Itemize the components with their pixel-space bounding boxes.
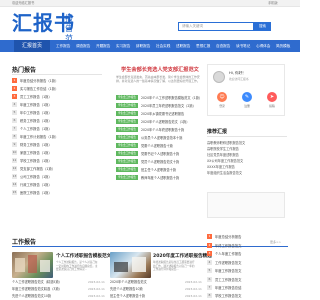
nav-item[interactable]: 心得体会 <box>256 40 270 52</box>
list-item[interactable]: 2 年终工作报告范文 <box>207 242 287 251</box>
card-image[interactable] <box>12 252 53 278</box>
list-item[interactable]: 1 年度总结分析报告（1篇） <box>12 77 97 85</box>
hot-list: 1 年度总结分析报告（1篇） 2 实习报告工作总结（1篇） 3 员工工作报告（1篇） … <box>12 77 97 197</box>
card-photo <box>15 255 50 273</box>
list-item[interactable]: 4 工作述职报告范文 <box>207 259 287 268</box>
nav-home[interactable]: 汇报首页 <box>14 40 50 52</box>
user-panel: Hi, 你好！ 欢迎访问汇报书 ☺ 登录 ✎ 注册 ➤ 投稿 <box>207 64 285 116</box>
welcome-text: 欢迎光临汇报书 <box>12 1 35 5</box>
nav-item[interactable]: 调查报告 <box>76 40 90 52</box>
register-button[interactable]: ✎ 注册 <box>237 92 257 108</box>
list-item[interactable]: 年度工作述职报告范文精选（3篇） <box>12 286 62 293</box>
divider <box>207 136 287 137</box>
list-item[interactable]: 14 行政工作报告（1篇） <box>12 181 97 189</box>
edit-icon: ✎ <box>242 92 252 102</box>
nav-item[interactable]: 读书笔记 <box>236 40 250 52</box>
recommend-list: 高职教师职称述职报告范文 高职院校学生工作报告 社区党员年度述职报告 XX公司年… <box>207 140 287 180</box>
list-item[interactable]: 15 医院工作报告（1篇） <box>12 189 97 197</box>
nav-item[interactable]: 辞职报告 <box>136 40 150 52</box>
list-item[interactable]: 学生会工作报告 2020年个人述职报告范文（1篇） <box>116 119 206 127</box>
list-item[interactable]: 9 财务工作报告（1篇） <box>12 141 97 149</box>
site-logo[interactable]: 汇报书 报告 范文 <box>12 12 75 53</box>
nav-item[interactable]: 实习报告 <box>116 40 130 52</box>
list-item[interactable]: 1 年度总结分析报告 <box>207 233 287 242</box>
user-subtext: 欢迎访问汇报书 <box>229 77 249 81</box>
ad-placeholder <box>207 192 285 218</box>
list-item[interactable]: 6 税务工作报告（1篇） <box>12 117 97 125</box>
list-item[interactable]: 2020年个人述职报告范文 <box>110 279 147 286</box>
avatar <box>213 71 225 83</box>
login-button[interactable]: ☺ 登录 <box>212 92 232 108</box>
user-icon: ☺ <box>217 92 227 102</box>
list-item[interactable]: 年度组织生活会报告范文 <box>207 170 287 176</box>
list-item[interactable]: 3 员工工作报告（1篇） <box>12 93 97 101</box>
list-item[interactable]: 2 实习报告工作总结（1篇） <box>12 85 97 93</box>
list-item[interactable]: 10 家庭工作报告（1篇） <box>12 149 97 157</box>
submit-button[interactable]: ➤ 投稿 <box>262 92 282 108</box>
headline-title[interactable]: 学生会部长竞选人党支部汇报范文 <box>121 66 199 73</box>
nav-item[interactable]: 社会实践 <box>156 40 170 52</box>
list-item[interactable]: 学生会工作报告 班主任个人述职报告十篇 <box>116 167 206 175</box>
nav-item[interactable]: 述职报告 <box>176 40 190 52</box>
list-item[interactable]: 6 员工工作报告范文 <box>207 276 287 285</box>
date-text: 2023-02-11 <box>185 287 202 291</box>
list-item[interactable]: 学生会工作报告 党委书记个人述职报告十篇 <box>116 151 206 159</box>
date-text: 2023-02-11 <box>88 294 105 298</box>
list-item[interactable]: 学生会工作报告 党委个人述职报告十篇 <box>116 143 206 151</box>
list-item[interactable]: 11 学校工作报告（1篇） <box>12 157 97 165</box>
main-nav: 汇报首页 工作报告 调查报告 开题报告 实习报告 辞职报告 社会实践 述职报告 … <box>0 40 300 52</box>
list-item[interactable]: 7 个人工作报告（1篇） <box>12 125 97 133</box>
card-photo <box>114 257 146 272</box>
search-input[interactable]: 请输入关键词 <box>178 22 254 31</box>
list-item[interactable]: 学生会工作报告 2020年乡镇党委书记述职报告 <box>116 111 206 119</box>
list-item[interactable]: 班主任个人述职报告十篇 <box>110 293 145 300</box>
top-bar: 欢迎光临汇报书 手机版 <box>0 0 300 7</box>
search-button[interactable]: 搜索 <box>254 22 271 31</box>
card-title[interactable]: 2020年度工作述职报告精选 <box>153 253 212 259</box>
list-item[interactable]: 先进个人述职报告10篇 <box>110 286 143 293</box>
hot-title: 热门报告 <box>12 67 37 74</box>
list-item[interactable]: 5 年度工作报告范文 <box>207 267 287 276</box>
list-item[interactable]: 8 学校工作报告范文 <box>207 292 287 300</box>
nav-item[interactable]: 开题报告 <box>96 40 110 52</box>
date-text: 2023-02-11 <box>185 294 202 298</box>
list-item[interactable]: 12 党支部工作报告（1篇） <box>12 165 97 173</box>
list-item[interactable]: 5 年中工作报告（1篇） <box>12 109 97 117</box>
date-text: 2023-02-11 <box>185 280 202 284</box>
card-desc: 年终述职报告是每位员工都需要进行的工作，通过述职报告对自己一年的工作进行评价和总… <box>153 261 195 272</box>
send-icon: ➤ <box>267 92 277 102</box>
headline-desc: 学生会部长竞选发言，首先由本部长发，简介学生会整体的工作安排，并对竞选人的一些基… <box>116 75 200 84</box>
date-text: 2023-02-11 <box>88 280 105 284</box>
list-item[interactable]: 学生会工作报告 2020年个人工作述职报告模板范文（1篇） <box>116 95 206 103</box>
list-item[interactable]: 4 年度工作报告（1篇） <box>12 101 97 109</box>
list-item[interactable]: 3 个人年度工作报告 <box>207 250 287 259</box>
user-greeting: Hi, 你好！ <box>229 71 246 75</box>
work-section-title: 工作报告 <box>12 239 37 246</box>
divider <box>12 74 102 75</box>
recommend-title: 推荐汇报 <box>207 129 228 135</box>
nav-item[interactable]: 自查报告 <box>216 40 230 52</box>
card-desc: 个人工作述职报告，是个人对自己在一定时期内工作进行的自我总结，主要是述说自己的工… <box>56 261 98 272</box>
list-item[interactable]: 13 公司工作报告（1篇） <box>12 173 97 181</box>
card-image[interactable] <box>110 252 151 278</box>
nav-item[interactable]: 工作报告 <box>56 40 70 52</box>
nav-item[interactable]: 简历模板 <box>276 40 290 52</box>
list-item[interactable]: 先进个人述职报告范文10篇 <box>12 293 51 300</box>
card-title[interactable]: 个人工作述职报告模板范文 <box>56 253 111 259</box>
list-item[interactable]: 个人工作述职报告范文（精选5篇） <box>12 279 62 286</box>
list-item[interactable]: 学生会工作报告 2020年员工年终述职报告范文（2篇） <box>116 103 206 111</box>
list-item[interactable]: 学生会工作报告 教师年度个人述职报告十篇 <box>116 175 206 183</box>
list-item[interactable]: 学生会工作报告 公务员个人述职报告范本十篇 <box>116 135 206 143</box>
nav-item[interactable]: 思想汇报 <box>196 40 210 52</box>
list-item[interactable]: 学生会工作报告 2020年个人年终述职报告十篇 <box>116 127 206 135</box>
list-item[interactable]: 学生会工作报告 党员个人述职报告范文十篇 <box>116 159 206 167</box>
mobile-link[interactable]: 手机版 <box>268 0 278 7</box>
list-item[interactable]: 8 年度工作计划报告（1篇） <box>12 133 97 141</box>
date-text: 2023-02-11 <box>88 287 105 291</box>
